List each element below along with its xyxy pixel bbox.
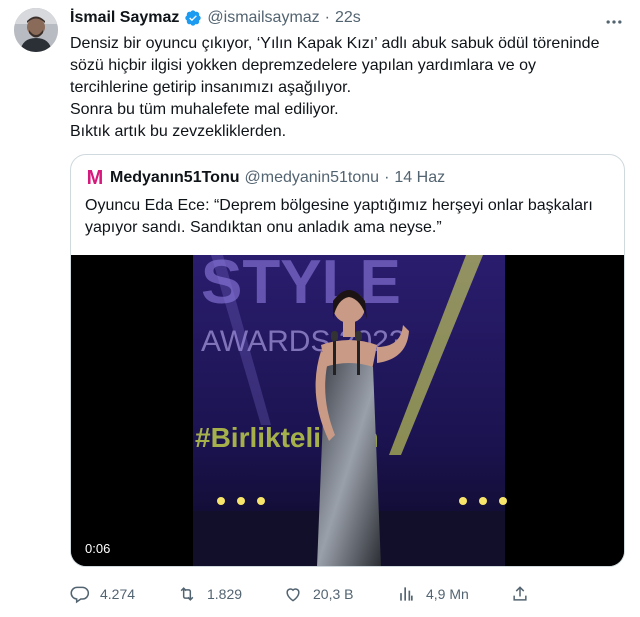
share-icon — [513, 586, 527, 601]
tweet-text-line: sözü hiçbir ilgisi yokken depremzedelere… — [70, 57, 536, 74]
tweet-text-line: tercihlerine getirip insanımızı aşağılıy… — [70, 79, 352, 96]
retweet-button[interactable]: 1.829 — [177, 582, 242, 606]
quoted-text-line: Oyuncu Eda Ece: “Deprem bölgesine yaptığ… — [85, 197, 593, 214]
tweet-text: Densiz bir oyuncu çıkıyor, ‘Yılın Kapak … — [70, 33, 630, 143]
tweet-time[interactable]: 22s — [335, 9, 361, 27]
separator-dot: · — [324, 9, 330, 26]
verified-badge-icon — [184, 9, 202, 27]
quoted-tweet[interactable]: M Medyanın51Tonu @medyanin51tonu · 14 Ha… — [70, 154, 625, 567]
retweet-count: 1.829 — [207, 586, 243, 602]
separator-dot: · — [384, 169, 390, 186]
author-handle[interactable]: @ismailsaymaz — [207, 9, 319, 27]
tweet-header: İsmail Saymaz @ismailsaymaz · 22s — [70, 9, 361, 27]
quoted-author-name[interactable]: Medyanın51Tonu — [110, 169, 240, 187]
tweet-text-line: Bıktık artık bu zevzekliklerden. — [70, 123, 287, 140]
video-player[interactable]: STYLE AWARDS 2023 #Birliktelikten 0:06 — [71, 255, 624, 566]
author-avatar-image — [14, 8, 58, 52]
views-count: 4,9 Mn — [426, 586, 469, 602]
tweet-text-line: Densiz bir oyuncu çıkıyor, ‘Yılın Kapak … — [70, 35, 600, 52]
author-avatar[interactable] — [14, 8, 58, 52]
quoted-tweet-header: M Medyanın51Tonu @medyanin51tonu · 14 Ha… — [85, 167, 445, 189]
video-duration: 0:06 — [81, 540, 115, 557]
reply-count: 4.274 — [100, 586, 136, 602]
quoted-author-handle[interactable]: @medyanin51tonu — [245, 169, 380, 187]
video-frame: STYLE AWARDS 2023 #Birliktelikten — [71, 255, 624, 566]
like-count: 20,3 B — [313, 586, 354, 602]
heart-icon — [286, 588, 300, 602]
tweet-text-line: Sonra bu tüm muhalefete mal ediliyor. — [70, 101, 339, 118]
like-button[interactable]: 20,3 B — [283, 582, 353, 606]
quoted-tweet-time[interactable]: 14 Haz — [394, 169, 445, 187]
more-options-icon[interactable] — [602, 12, 626, 32]
reply-icon — [70, 586, 90, 604]
share-button[interactable] — [510, 582, 530, 606]
views-button[interactable]: 4,9 Mn — [396, 582, 469, 606]
tweet-actions: 4.274 1.829 20,3 B 4,9 Mn — [70, 582, 590, 606]
author-name[interactable]: İsmail Saymaz — [70, 9, 179, 27]
quoted-author-avatar[interactable]: M — [85, 167, 105, 189]
retweet-icon — [180, 587, 194, 601]
quoted-tweet-text: Oyuncu Eda Ece: “Deprem bölgesine yaptığ… — [85, 195, 615, 239]
views-chart-icon — [400, 587, 413, 601]
reply-button[interactable]: 4.274 — [70, 582, 135, 606]
quoted-text-line: yapıyor sandı. Sandıktan onu anladık ama… — [85, 219, 442, 236]
